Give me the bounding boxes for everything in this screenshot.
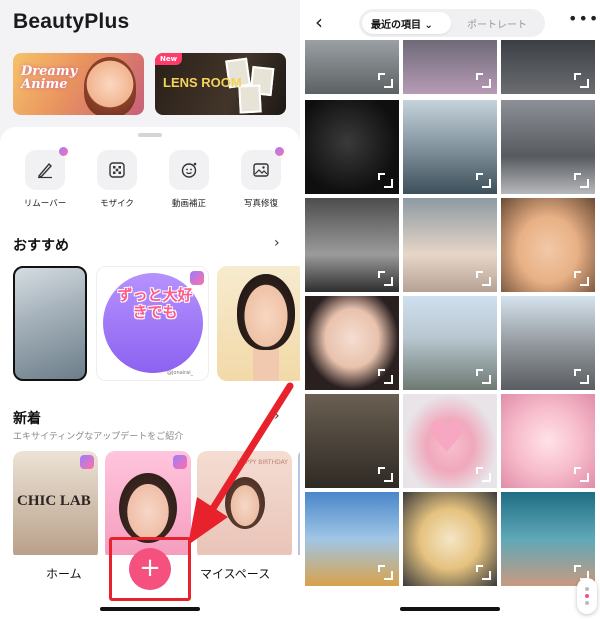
mosaic-icon [109, 162, 125, 178]
portrait-neck [253, 346, 279, 381]
tool-mosaic[interactable]: モザイク [87, 150, 147, 209]
expand-icon[interactable] [574, 73, 589, 88]
expand-icon[interactable] [476, 565, 491, 580]
photo-shadow-sign[interactable] [305, 100, 399, 194]
photo-crosswalk-city[interactable] [501, 100, 595, 194]
home-screen: BeautyPlus Dreamy Anime New LENS ROOM リム… [0, 0, 300, 619]
recommend-card-sticker[interactable]: ずっと大好きでも @jonairai_ [96, 266, 209, 381]
expand-icon[interactable] [476, 271, 491, 286]
photo-purple-flowers[interactable] [403, 40, 497, 94]
banner-lens-label: LENS ROOM [163, 75, 242, 90]
scroll-dot [585, 601, 589, 605]
expand-icon[interactable] [476, 467, 491, 482]
tool-label: モザイク [100, 199, 134, 209]
banner-lens-room[interactable]: New LENS ROOM [155, 53, 286, 115]
expand-icon[interactable] [378, 271, 393, 286]
card-title: HAPPY BIRTHDAY [237, 459, 288, 466]
expand-icon[interactable] [574, 369, 589, 384]
recommend-chevron-icon[interactable]: › [274, 235, 280, 251]
photo-dark-window[interactable] [501, 40, 595, 94]
photo-picker-screen: ‹ 最近の項目 ⌄ ポートレート ••• ♥ [300, 0, 600, 619]
photo-tanned-woman[interactable] [501, 492, 595, 586]
highlight-box [109, 537, 191, 601]
portrait-face [119, 473, 177, 543]
new-section-chevron-icon[interactable]: › [274, 408, 280, 424]
recommend-card-couple[interactable] [13, 266, 87, 381]
scroll-dot [585, 587, 589, 591]
heart-sticker-icon: ♥ [427, 412, 467, 463]
photo-bottle-still-life[interactable] [305, 394, 399, 488]
scroll-dot [585, 594, 589, 598]
recommend-title: おすすめ [13, 238, 69, 254]
home-indicator [400, 607, 500, 611]
expand-icon[interactable] [574, 271, 589, 286]
tool-video-retouch[interactable]: 動画補正 [159, 150, 219, 209]
card-title: CHIC LAB [17, 493, 91, 509]
expand-icon[interactable] [574, 173, 589, 188]
new-dot-icon [59, 147, 68, 156]
photo-bw-street[interactable] [305, 198, 399, 292]
home-indicator [100, 607, 200, 611]
expand-icon[interactable] [378, 369, 393, 384]
tool-photo-repair[interactable]: 写真修復 [231, 147, 291, 209]
sticker-text: ずっと大好きでも [117, 286, 193, 321]
expand-icon[interactable] [378, 467, 393, 482]
recommend-card-portrait[interactable] [217, 266, 300, 381]
photo-selfie-woman[interactable] [501, 198, 595, 292]
segment-portrait[interactable]: ポートレート [467, 16, 527, 31]
portrait-face [225, 477, 265, 529]
photo-street-traffic[interactable] [501, 296, 595, 390]
photo-street-crosswalk[interactable] [305, 40, 399, 94]
new-badge: New [155, 53, 183, 65]
new-section-subtitle: エキサイティングなアップデートをご紹介 [13, 432, 184, 442]
expand-icon[interactable] [476, 173, 491, 188]
tool-label: 動画補正 [171, 199, 206, 209]
segment-recent[interactable]: 最近の項目 ⌄ [371, 16, 433, 31]
expand-icon[interactable] [476, 369, 491, 384]
expand-icon[interactable] [476, 73, 491, 88]
app-title: BeautyPlus [13, 10, 130, 33]
premium-badge-icon [173, 455, 187, 469]
photo-city-bay[interactable] [403, 100, 497, 194]
tab-my-space[interactable]: マイスペース [200, 565, 270, 582]
photo-blonde-woman[interactable] [403, 198, 497, 292]
premium-badge-icon [80, 455, 94, 469]
polaroid-image [238, 84, 262, 114]
new-section-title: 新着 [13, 411, 41, 427]
photo-pink-hair-girl[interactable] [501, 394, 595, 488]
more-options-icon[interactable]: ••• [568, 9, 599, 28]
tool-label: リムーバー [23, 199, 67, 209]
new-dot-icon [275, 147, 284, 156]
photo-asian-woman[interactable] [305, 296, 399, 390]
photo-repair-icon [253, 163, 269, 177]
expand-icon[interactable] [574, 467, 589, 482]
tab-home[interactable]: ホーム [46, 565, 82, 582]
eraser-icon [37, 162, 52, 179]
premium-badge-icon [190, 271, 204, 285]
tool-remover[interactable]: リムーバー [15, 147, 75, 209]
photo-highway-city[interactable] [403, 296, 497, 390]
expand-icon[interactable] [378, 565, 393, 580]
new-card-chic-lab[interactable]: CHIC LAB [13, 451, 98, 561]
chevron-down-icon: ⌄ [424, 20, 433, 31]
banner-anime-label: Dreamy Anime [21, 64, 78, 92]
new-card-birthday[interactable]: HAPPY BIRTHDAY [197, 451, 292, 561]
expand-icon[interactable] [378, 173, 393, 188]
back-chevron-icon[interactable]: ‹ [315, 10, 323, 34]
scroll-handle[interactable] [577, 578, 597, 614]
sticker-caption: @jonairai_ [167, 370, 194, 376]
expand-icon[interactable] [378, 73, 393, 88]
photo-dog-illustration[interactable] [305, 492, 399, 586]
portrait-head [237, 274, 295, 350]
anime-girl-illustration [84, 57, 136, 115]
photo-sweets-plate[interactable] [403, 492, 497, 586]
sheet-grabber[interactable] [138, 133, 162, 137]
tool-label: 写真修復 [243, 199, 278, 209]
banner-dreamy-anime[interactable]: Dreamy Anime [13, 53, 144, 115]
album-segmented-control: 最近の項目 ⌄ ポートレート [359, 9, 545, 37]
face-retouch-icon [181, 162, 197, 178]
photo-heart-sticker-face[interactable]: ♥ [403, 394, 497, 488]
